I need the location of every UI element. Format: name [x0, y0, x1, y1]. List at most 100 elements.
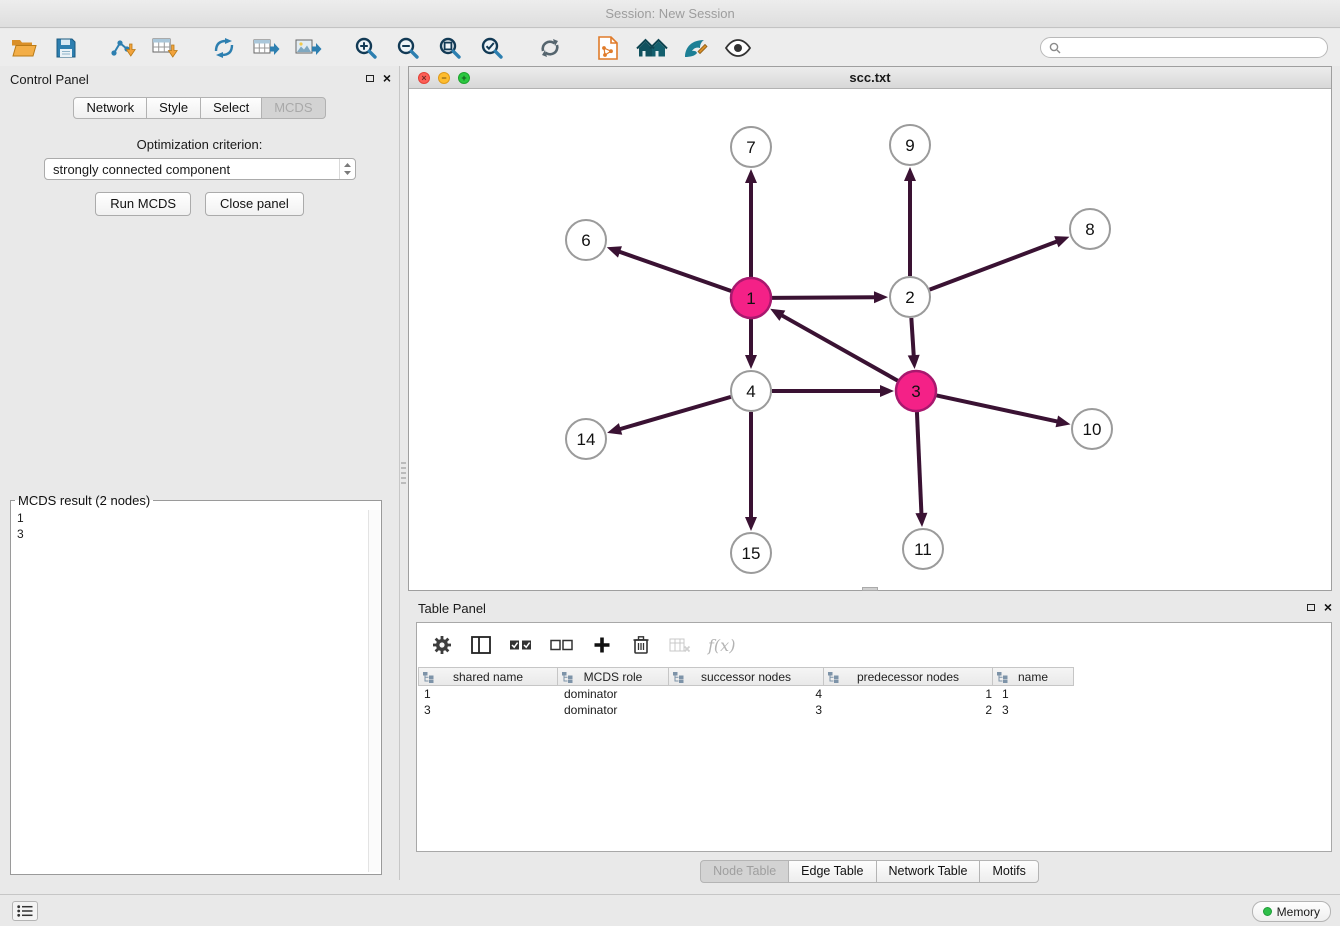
edge-arrowhead-icon — [745, 169, 757, 183]
network-view-window: × − + scc.txt 7968124314101511 — [408, 66, 1332, 591]
result-scrollbar[interactable] — [368, 510, 380, 872]
import-network-icon — [110, 37, 138, 59]
close-window-icon[interactable]: × — [418, 72, 430, 84]
table-tab-node-table[interactable]: Node Table — [700, 860, 789, 883]
zoom-selected-button[interactable] — [478, 33, 506, 63]
open-session-button[interactable] — [10, 33, 38, 63]
tab-mcds[interactable]: MCDS — [261, 97, 325, 119]
network-canvas[interactable]: 7968124314101511 — [409, 89, 1331, 590]
search-box[interactable] — [1040, 37, 1328, 58]
network-window-titlebar[interactable]: × − + scc.txt — [409, 67, 1331, 89]
table-cell[interactable]: 4 — [671, 686, 827, 702]
table-tab-motifs[interactable]: Motifs — [979, 860, 1038, 883]
run-mcds-button[interactable]: Run MCDS — [95, 192, 191, 216]
delete-table-button[interactable] — [669, 632, 691, 658]
function-builder-button[interactable]: f(x) — [708, 632, 735, 658]
tab-style[interactable]: Style — [146, 97, 201, 119]
select-all-button[interactable] — [509, 632, 533, 658]
import-network-button[interactable] — [110, 33, 138, 63]
column-header-predecessor-nodes[interactable]: predecessor nodes — [823, 667, 993, 686]
table-cell[interactable]: 2 — [827, 702, 997, 718]
optimization-criterion-label: Optimization criterion: — [0, 137, 399, 152]
table-panel-tabs: Node TableEdge TableNetwork TableMotifs — [408, 860, 1332, 883]
import-table-button[interactable] — [152, 33, 180, 63]
graph-edge-1-6[interactable] — [618, 251, 731, 291]
mcds-result-text[interactable]: 1 3 — [11, 508, 381, 542]
table-tab-network-table[interactable]: Network Table — [876, 860, 981, 883]
show-task-history-button[interactable] — [12, 901, 38, 921]
table-cell[interactable]: 1 — [419, 686, 559, 702]
save-icon — [56, 38, 76, 58]
memory-button[interactable]: Memory — [1252, 901, 1331, 922]
criterion-select[interactable]: strongly connected component — [44, 158, 356, 180]
column-header-shared-name[interactable]: shared name — [418, 667, 558, 686]
save-session-button[interactable] — [52, 33, 80, 63]
deselect-all-button[interactable] — [550, 632, 574, 658]
style-brush-icon — [683, 37, 709, 59]
apply-style-button[interactable] — [682, 33, 710, 63]
table-cell[interactable]: 3 — [671, 702, 827, 718]
graph-edge-2-3[interactable] — [911, 318, 913, 357]
close-table-panel-icon[interactable]: × — [1324, 601, 1332, 613]
table-settings-button[interactable] — [431, 632, 453, 658]
minimize-window-icon[interactable]: − — [438, 72, 450, 84]
tab-network[interactable]: Network — [73, 97, 147, 119]
refresh-view-button[interactable] — [536, 33, 564, 63]
table-cell[interactable]: dominator — [559, 686, 671, 702]
graph-edge-2-8[interactable] — [930, 241, 1059, 290]
fx-icon: f(x) — [708, 636, 735, 655]
graph-node-label: 6 — [581, 231, 590, 250]
tab-select[interactable]: Select — [200, 97, 262, 119]
export-table-button[interactable] — [252, 33, 280, 63]
graph-edge-3-10[interactable] — [937, 395, 1059, 421]
edge-arrowhead-icon — [607, 246, 622, 257]
graph-node-label: 3 — [911, 382, 920, 401]
zoom-out-button[interactable] — [394, 33, 422, 63]
table-tab-edge-table[interactable]: Edge Table — [788, 860, 876, 883]
table-toolbar: f(x) — [417, 623, 1331, 667]
close-panel-icon[interactable]: × — [383, 72, 391, 84]
column-header-MCDS-role[interactable]: MCDS role — [557, 667, 669, 686]
close-panel-button[interactable]: Close panel — [205, 192, 304, 216]
edge-arrowhead-icon — [904, 167, 916, 181]
export-image-button[interactable] — [294, 33, 322, 63]
table-cell[interactable]: 1 — [827, 686, 997, 702]
column-type-icon — [562, 672, 573, 686]
dropdown-stepper-icon — [339, 159, 355, 179]
add-column-button[interactable] — [591, 632, 613, 658]
plus-icon — [593, 636, 611, 654]
show-networks-button[interactable] — [636, 33, 668, 63]
session-document-button[interactable] — [594, 33, 622, 63]
table-panel: Table Panel × — [408, 597, 1340, 888]
new-network-button[interactable] — [210, 33, 238, 63]
panel-splitter-handle[interactable] — [401, 462, 406, 484]
columns-icon — [471, 636, 491, 654]
table-row[interactable]: 3dominator323 — [419, 702, 1331, 718]
node-table-header: shared nameMCDS rolesuccessor nodesprede… — [419, 667, 1331, 686]
zoom-fit-button[interactable] — [436, 33, 464, 63]
gear-icon — [432, 635, 452, 655]
table-cell[interactable]: 3 — [997, 702, 1079, 718]
float-table-panel-icon[interactable] — [1307, 604, 1315, 611]
new-network-arrows-icon — [212, 37, 236, 59]
graph-edge-3-1[interactable] — [781, 315, 898, 381]
zoom-window-icon[interactable]: + — [458, 72, 470, 84]
graph-edge-3-11[interactable] — [917, 412, 922, 515]
window-resize-grip[interactable] — [862, 587, 878, 591]
zoom-in-button[interactable] — [352, 33, 380, 63]
table-cell[interactable]: dominator — [559, 702, 671, 718]
mcds-result-box: MCDS result (2 nodes) 1 3 — [10, 493, 382, 875]
search-input[interactable] — [1066, 41, 1319, 55]
table-cell[interactable]: 1 — [997, 686, 1079, 702]
table-row[interactable]: 1dominator411 — [419, 686, 1331, 702]
table-cell[interactable]: 3 — [419, 702, 559, 718]
delete-column-button[interactable] — [630, 632, 652, 658]
column-header-successor-nodes[interactable]: successor nodes — [668, 667, 824, 686]
show-hide-button[interactable] — [724, 33, 752, 63]
float-panel-icon[interactable] — [366, 75, 374, 82]
refresh-icon — [538, 37, 562, 59]
graph-edge-4-14[interactable] — [619, 397, 731, 430]
show-column-panel-button[interactable] — [470, 632, 492, 658]
graph-edge-1-2[interactable] — [772, 297, 876, 298]
column-header-name[interactable]: name — [992, 667, 1074, 686]
